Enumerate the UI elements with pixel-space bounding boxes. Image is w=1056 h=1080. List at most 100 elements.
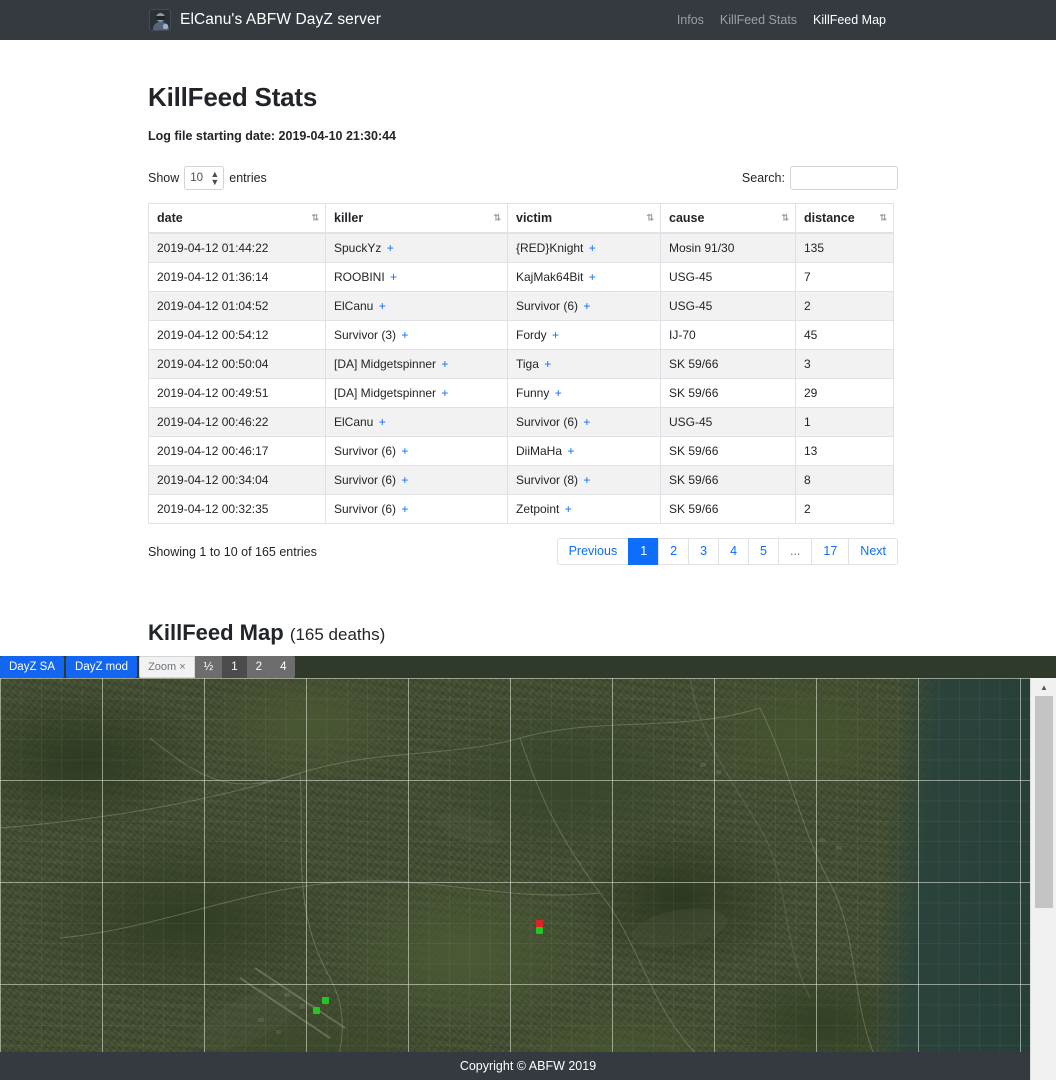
cell-text: 13	[804, 444, 818, 458]
cell-distance: 13	[795, 436, 894, 466]
cell-text: Survivor (3)	[334, 328, 397, 342]
plus-icon[interactable]: +	[383, 241, 394, 255]
pagination-page-17[interactable]: 17	[811, 538, 849, 565]
sort-updown-icon: ⇅	[493, 212, 500, 223]
cell-text: Survivor (6)	[516, 415, 579, 429]
page-length-select[interactable]: 10 ▲ ▼	[184, 166, 225, 190]
plus-icon[interactable]: +	[438, 386, 448, 400]
column-header-distance[interactable]: distance ⇅	[795, 203, 894, 234]
avatar-icon	[149, 9, 171, 31]
table-body: 2019-04-12 01:44:22 SpuckYz + {RED}Knight …	[148, 232, 894, 524]
cell-killer: [DA] Midgetspinner +	[325, 349, 508, 379]
cell-victim: {RED}Knight +	[507, 232, 661, 263]
death-marker-green[interactable]	[536, 927, 543, 934]
page-length-value: 10	[190, 172, 204, 184]
nav-link-killfeed-stats[interactable]: KillFeed Stats	[720, 13, 797, 27]
cell-text: Mosin 91/30	[669, 241, 735, 255]
column-header-date[interactable]: date ⇅	[148, 203, 326, 234]
cell-text: SK 59/66	[669, 502, 719, 516]
zoom-half-button[interactable]: ½	[194, 656, 223, 678]
nav-link-killfeed-map[interactable]: KillFeed Map	[813, 13, 886, 27]
plus-icon[interactable]: +	[398, 328, 408, 342]
zoom-label: Zoom ×	[139, 656, 195, 678]
cell-killer: SpuckYz +	[325, 232, 508, 263]
map-vertical-scrollbar[interactable]: ▲ ▼	[1030, 678, 1056, 1080]
plus-icon[interactable]: +	[585, 270, 596, 284]
zoom-2x-button[interactable]: 2	[246, 656, 272, 678]
showing-entries-text: Showing 1 to 10 of 165 entries	[148, 544, 317, 559]
map-viewport[interactable]	[0, 678, 1030, 1080]
death-marker-green[interactable]	[313, 1007, 320, 1014]
pagination-page-5[interactable]: 5	[748, 538, 778, 565]
table-controls: Show 10 ▲ ▼ entries Search:	[148, 163, 898, 193]
plus-icon[interactable]: +	[375, 415, 386, 429]
plus-icon[interactable]: +	[438, 357, 448, 371]
pagination-page-2[interactable]: 2	[658, 538, 689, 565]
cell-killer: Survivor (3) +	[325, 320, 508, 350]
plus-icon[interactable]: +	[541, 357, 551, 371]
pagination-next[interactable]: Next	[848, 538, 898, 565]
column-header-killer[interactable]: killer ⇅	[325, 203, 508, 234]
death-marker-red[interactable]	[536, 920, 543, 927]
plus-icon[interactable]: +	[561, 502, 572, 516]
plus-icon[interactable]: +	[580, 473, 590, 487]
sort-updown-icon: ⇅	[646, 212, 653, 223]
zoom-1x-button[interactable]: 1	[222, 656, 247, 678]
plus-icon[interactable]: +	[387, 270, 397, 284]
pagination-page-3[interactable]: 3	[688, 538, 719, 565]
table-row: 2019-04-12 01:44:22 SpuckYz + {RED}Knight …	[148, 232, 894, 263]
plus-icon[interactable]: +	[564, 444, 574, 458]
plus-icon[interactable]: +	[398, 444, 408, 458]
plus-icon[interactable]: +	[549, 328, 559, 342]
dayz-mod-button[interactable]: DayZ mod	[66, 656, 138, 678]
plus-icon[interactable]: +	[585, 241, 596, 255]
table-row: 2019-04-12 00:32:35 Survivor (6) + Zetpoin…	[148, 494, 894, 524]
cell-text: 2019-04-12 01:44:22	[157, 241, 269, 255]
column-header-cause[interactable]: cause ⇅	[660, 203, 796, 234]
cell-cause: SK 59/66	[660, 436, 796, 466]
cell-text: USG-45	[669, 299, 713, 313]
search-input[interactable]	[790, 166, 898, 190]
column-label: victim	[516, 211, 553, 225]
brand[interactable]: ElCanu's ABFW DayZ server	[149, 9, 381, 31]
vertical-scroll-thumb[interactable]	[1035, 696, 1053, 908]
dayz-sa-button[interactable]: DayZ SA	[0, 656, 65, 678]
death-marker-green[interactable]	[322, 997, 329, 1004]
cell-date: 2019-04-12 00:54:12	[148, 320, 326, 350]
zoom-4x-button[interactable]: 4	[271, 656, 296, 678]
cell-distance: 7	[795, 262, 894, 292]
cell-text: 2	[804, 299, 811, 313]
cell-killer: ElCanu +	[325, 407, 508, 437]
cell-cause: USG-45	[660, 291, 796, 321]
map-section-title: KillFeed Map (165 deaths)	[148, 620, 898, 646]
plus-icon[interactable]: +	[398, 473, 408, 487]
stats-container: KillFeed Stats Log file starting date: 2…	[148, 40, 898, 646]
cell-text: 3	[804, 357, 811, 371]
cell-text: Survivor (6)	[334, 444, 397, 458]
cell-text: [DA] Midgetspinner	[334, 357, 437, 371]
cell-text: 8	[804, 473, 811, 487]
cell-text: 7	[804, 270, 811, 284]
cell-distance: 45	[795, 320, 894, 350]
column-header-victim[interactable]: victim ⇅	[507, 203, 661, 234]
plus-icon[interactable]: +	[398, 502, 408, 516]
table-row: 2019-04-12 01:36:14 ROOBINI + KajMak64Bit …	[148, 262, 894, 292]
copyright-text: Copyright © ABFW 2019	[459, 1059, 597, 1073]
cell-victim: Tiga +	[507, 349, 661, 379]
show-label: Show	[148, 171, 180, 185]
pagination-page-4[interactable]: 4	[718, 538, 749, 565]
pagination-previous[interactable]: Previous	[556, 538, 629, 565]
cell-text: SK 59/66	[669, 444, 719, 458]
cell-text: Survivor (6)	[334, 473, 397, 487]
plus-icon[interactable]: +	[375, 299, 386, 313]
cell-text: DiiMaHa	[516, 444, 563, 458]
cell-cause: IJ-70	[660, 320, 796, 350]
plus-icon[interactable]: +	[551, 386, 562, 400]
table-row: 2019-04-12 00:46:22 ElCanu + Survivor (6) …	[148, 407, 894, 437]
scroll-up-icon[interactable]: ▲	[1031, 678, 1056, 696]
cell-text: 2019-04-12 00:32:35	[157, 502, 269, 516]
plus-icon[interactable]: +	[580, 415, 590, 429]
plus-icon[interactable]: +	[580, 299, 590, 313]
nav-link-infos[interactable]: Infos	[677, 13, 704, 27]
pagination-page-1[interactable]: 1	[628, 538, 659, 565]
